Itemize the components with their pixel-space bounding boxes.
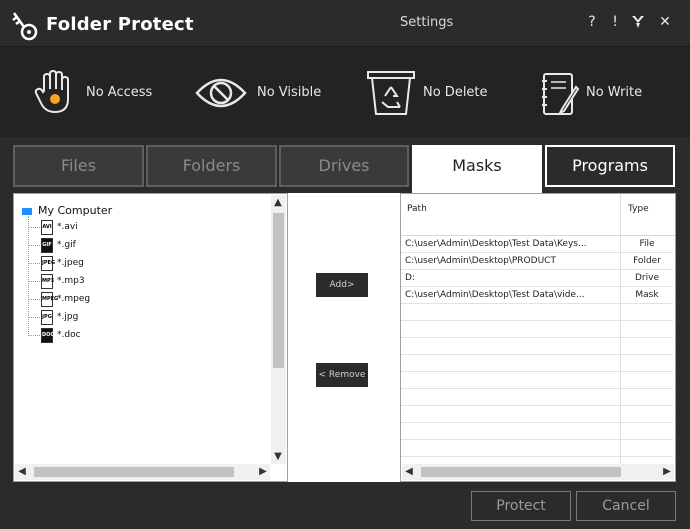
close-button[interactable]: ✕ bbox=[657, 13, 673, 31]
row-path: C:\user\Admin\Desktop\Test Data\vide... bbox=[405, 290, 585, 300]
scroll-up-icon[interactable]: ▲ bbox=[271, 197, 285, 208]
mpeg-file-icon: MPEG bbox=[41, 292, 58, 307]
no-write-label: No Write bbox=[586, 85, 643, 100]
notebook-pen-icon bbox=[542, 73, 580, 116]
file-type-tree: My Computer AVI *.avi GIF *.gif JPEG *.j… bbox=[13, 193, 288, 482]
no-delete-label: No Delete bbox=[423, 85, 488, 100]
empty-row bbox=[401, 372, 673, 389]
settings-link[interactable]: Settings bbox=[400, 15, 453, 30]
tree-item-label: *.jpeg bbox=[57, 258, 84, 268]
tab-masks[interactable]: Masks bbox=[412, 145, 542, 193]
row-type: Drive bbox=[635, 273, 659, 283]
no-visible-option[interactable]: No Visible bbox=[195, 47, 335, 138]
empty-row bbox=[401, 440, 673, 457]
protect-button[interactable]: Protect bbox=[471, 491, 571, 521]
tree-vscroll-thumb[interactable] bbox=[273, 213, 284, 368]
grid-header: Path Type bbox=[401, 194, 675, 236]
minimize-button[interactable] bbox=[630, 13, 646, 31]
cancel-button[interactable]: Cancel bbox=[576, 491, 676, 521]
bottom-bar: Protect Cancel bbox=[0, 482, 690, 529]
empty-row bbox=[401, 406, 673, 423]
transfer-panel: Add> < Remove bbox=[288, 193, 400, 482]
empty-row bbox=[401, 423, 673, 440]
scroll-right-icon[interactable]: ▶ bbox=[660, 466, 674, 477]
title-bar: Folder Protect Settings ? ! ✕ bbox=[0, 0, 690, 46]
table-row[interactable]: C:\user\Admin\Desktop\Test Data\Keys... … bbox=[401, 236, 673, 253]
no-delete-option[interactable]: No Delete bbox=[366, 47, 506, 138]
key-logo-icon bbox=[12, 12, 38, 41]
row-path: D: bbox=[405, 273, 415, 283]
mp3-file-icon: MP3 bbox=[41, 274, 54, 289]
tab-files[interactable]: Files bbox=[13, 145, 144, 187]
computer-icon bbox=[22, 207, 32, 215]
jpg-file-icon: JPG bbox=[41, 310, 53, 325]
tree-item-label: *.avi bbox=[57, 222, 78, 232]
no-visible-label: No Visible bbox=[257, 85, 322, 100]
recycle-bin-icon bbox=[367, 71, 415, 115]
info-button[interactable]: ! bbox=[607, 13, 623, 31]
table-row[interactable]: C:\user\Admin\Desktop\PRODUCT Folder bbox=[401, 253, 673, 270]
gif-file-icon: GIF bbox=[41, 238, 53, 253]
protected-items-grid: Path Type C:\user\Admin\Desktop\Test Dat… bbox=[400, 193, 676, 482]
table-row[interactable]: D: Drive bbox=[401, 270, 673, 287]
empty-row bbox=[401, 304, 673, 321]
tab-folders[interactable]: Folders bbox=[146, 145, 277, 187]
row-type: Folder bbox=[633, 256, 661, 266]
tab-programs[interactable]: Programs bbox=[545, 145, 675, 187]
tree-root-label: My Computer bbox=[38, 204, 113, 217]
jpeg-file-icon: JPEG bbox=[41, 256, 55, 271]
empty-row bbox=[401, 355, 673, 372]
scroll-down-icon[interactable]: ▼ bbox=[271, 451, 285, 462]
column-header-path[interactable]: Path bbox=[407, 204, 427, 214]
tab-bar: Files Folders Drives Masks Programs bbox=[0, 137, 690, 193]
tree-connector bbox=[28, 216, 29, 336]
empty-row bbox=[401, 321, 673, 338]
empty-row bbox=[401, 389, 673, 406]
tree-hscroll-thumb[interactable] bbox=[34, 467, 234, 477]
tree-item-label: *.jpg bbox=[57, 312, 79, 322]
avi-file-icon: AVI bbox=[41, 220, 53, 235]
row-type: Mask bbox=[635, 290, 659, 300]
table-row[interactable]: C:\user\Admin\Desktop\Test Data\vide... … bbox=[401, 287, 673, 304]
add-button[interactable]: Add> bbox=[316, 273, 368, 297]
folder-protect-window: Folder Protect Settings ? ! ✕ No Access … bbox=[0, 0, 690, 529]
tree-item-label: *.gif bbox=[57, 240, 76, 250]
tree-item-label: *.doc bbox=[57, 330, 81, 340]
minimize-icon bbox=[632, 16, 644, 28]
tree-vertical-scrollbar[interactable]: ▲ ▼ bbox=[271, 195, 286, 464]
hand-icon bbox=[34, 69, 69, 114]
row-type: File bbox=[639, 239, 655, 249]
tab-drives[interactable]: Drives bbox=[279, 145, 409, 187]
row-path: C:\user\Admin\Desktop\Test Data\Keys... bbox=[405, 239, 587, 249]
row-path: C:\user\Admin\Desktop\PRODUCT bbox=[405, 256, 556, 266]
tree-root-my-computer[interactable]: My Computer bbox=[22, 204, 112, 217]
scroll-left-icon[interactable]: ◀ bbox=[402, 466, 416, 477]
grid-horizontal-scrollbar[interactable]: ◀ ▶ bbox=[402, 464, 674, 480]
empty-row bbox=[401, 338, 673, 355]
tree-horizontal-scrollbar[interactable]: ◀ ▶ bbox=[15, 464, 270, 480]
remove-button[interactable]: < Remove bbox=[316, 363, 368, 387]
scroll-left-icon[interactable]: ◀ bbox=[15, 466, 29, 477]
tree-item-label: *.mpeg bbox=[57, 294, 91, 304]
grid-hscroll-thumb[interactable] bbox=[421, 467, 621, 477]
tree-item-label: *.mp3 bbox=[57, 276, 85, 286]
no-access-label: No Access bbox=[86, 85, 153, 100]
scroll-right-icon[interactable]: ▶ bbox=[256, 466, 270, 477]
no-write-option[interactable]: No Write bbox=[540, 47, 680, 138]
help-button[interactable]: ? bbox=[584, 13, 600, 31]
doc-file-icon: DOC bbox=[41, 328, 54, 343]
app-title: Folder Protect bbox=[46, 14, 194, 35]
no-access-option[interactable]: No Access bbox=[32, 47, 162, 138]
column-header-type[interactable]: Type bbox=[628, 204, 649, 214]
protection-bar: No Access No Visible No Delete No Write bbox=[0, 46, 690, 137]
eye-slash-icon bbox=[195, 78, 247, 108]
